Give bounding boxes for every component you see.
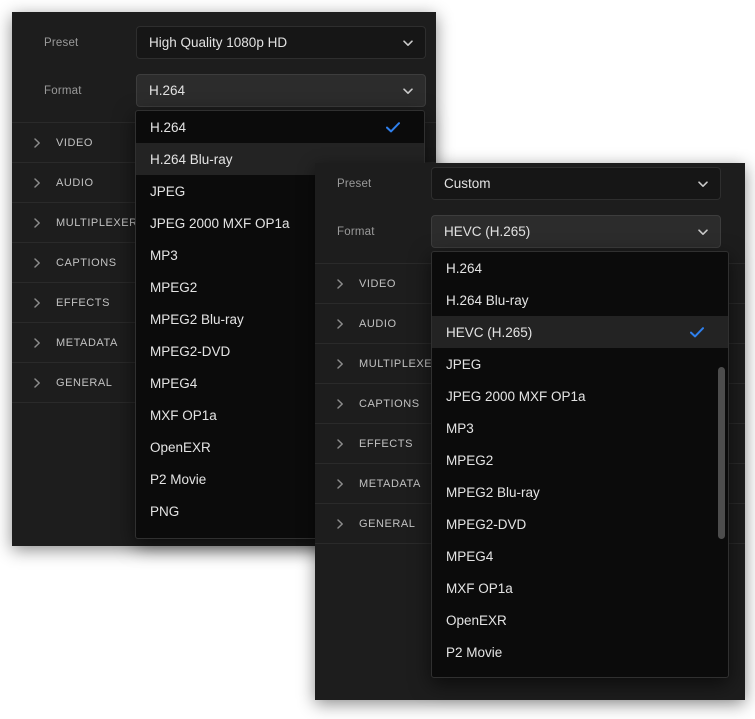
dropdown-option[interactable]: MPEG4 [432, 540, 728, 572]
check-icon [386, 121, 400, 133]
dropdown-option-label: JPEG [150, 183, 186, 199]
section-label: MULTIPLEXER [359, 357, 441, 370]
chevron-right-icon [333, 517, 347, 531]
export-settings-panel-secondary: Preset Custom Format HEVC (H.265) VIDEO A… [315, 163, 745, 700]
preset-value: Custom [444, 176, 491, 191]
dropdown-option[interactable]: JPEG 2000 MXF OP1a [432, 380, 728, 412]
dropdown-option-label: PNG [150, 503, 180, 519]
format-dropdown-menu[interactable]: H.264 H.264 Blu-ray HEVC (H.265) JPEG JPEG 2… [431, 251, 729, 678]
dropdown-option-label: JPEG [446, 356, 482, 372]
chevron-right-icon [333, 317, 347, 331]
section-label: CAPTIONS [56, 256, 117, 269]
dropdown-option-label: MPEG2 Blu-ray [446, 484, 540, 500]
chevron-right-icon [30, 176, 44, 190]
chevron-right-icon [333, 437, 347, 451]
dropdown-option-label: MPEG2 Blu-ray [150, 311, 244, 327]
dropdown-option-label: MXF OP1a [150, 407, 217, 423]
dropdown-option-label: P2 Movie [150, 471, 207, 487]
section-label: AUDIO [359, 317, 397, 330]
dropdown-option-label: H.264 [446, 260, 483, 276]
section-label: VIDEO [359, 277, 396, 290]
chevron-right-icon [333, 277, 347, 291]
format-value: H.264 [149, 83, 186, 98]
preset-label: Preset [44, 36, 79, 49]
section-label: GENERAL [359, 517, 416, 530]
check-icon [690, 326, 704, 338]
preset-value: High Quality 1080p HD [149, 35, 288, 50]
chevron-right-icon [30, 376, 44, 390]
dropdown-option-label: MP3 [446, 420, 474, 436]
chevron-right-icon [30, 336, 44, 350]
chevron-down-icon [402, 85, 414, 97]
section-label: VIDEO [56, 136, 93, 149]
format-label: Format [337, 225, 375, 238]
chevron-right-icon [30, 296, 44, 310]
chevron-right-icon [333, 357, 347, 371]
section-label: CAPTIONS [359, 397, 420, 410]
dropdown-option-label: JPEG 2000 MXF OP1a [446, 388, 586, 404]
dropdown-option[interactable]: MP3 [432, 412, 728, 444]
chevron-right-icon [30, 136, 44, 150]
dropdown-option-label: MPEG4 [446, 548, 494, 564]
chevron-right-icon [30, 256, 44, 270]
format-row: Format H.264 [12, 74, 436, 107]
chevron-right-icon [30, 216, 44, 230]
section-label: AUDIO [56, 176, 94, 189]
format-row: Format HEVC (H.265) [315, 215, 745, 248]
dropdown-option-label: MPEG2-DVD [150, 343, 231, 359]
dropdown-option[interactable]: H.264 Blu-ray [432, 284, 728, 316]
dropdown-scrollbar[interactable] [718, 255, 725, 674]
dropdown-option[interactable]: JPEG [432, 348, 728, 380]
dropdown-option[interactable]: HEVC (H.265) [432, 316, 728, 348]
chevron-right-icon [333, 397, 347, 411]
dropdown-option[interactable]: P2 Movie [432, 636, 728, 668]
format-label: Format [44, 84, 82, 97]
dropdown-option-label: MP3 [150, 247, 178, 263]
panel-two-body: Preset Custom Format HEVC (H.265) VIDEO A… [315, 163, 745, 700]
dropdown-option[interactable]: H.264 [432, 252, 728, 284]
section-label: METADATA [56, 336, 118, 349]
chevron-down-icon [402, 37, 414, 49]
dropdown-option-label: H.264 [150, 119, 187, 135]
dropdown-option-label: MPEG2-DVD [446, 516, 527, 532]
preset-select[interactable]: Custom [431, 167, 721, 200]
format-select[interactable]: H.264 [136, 74, 426, 107]
dropdown-option-label: P2 Movie [446, 644, 503, 660]
dropdown-option-label: MPEG2 [446, 452, 494, 468]
section-label: METADATA [359, 477, 421, 490]
section-label: MULTIPLEXER [56, 216, 138, 229]
dropdown-option[interactable]: H.264 [136, 111, 424, 143]
dropdown-option-label: H.264 Blu-ray [446, 292, 529, 308]
section-label: GENERAL [56, 376, 113, 389]
dropdown-option[interactable]: MPEG2-DVD [432, 508, 728, 540]
dropdown-option[interactable]: MPEG2 Blu-ray [432, 476, 728, 508]
dropdown-scrollbar-thumb[interactable] [718, 367, 725, 539]
chevron-right-icon [333, 477, 347, 491]
format-value: HEVC (H.265) [444, 224, 531, 239]
preset-row: Preset Custom [315, 167, 745, 200]
chevron-down-icon [697, 226, 709, 238]
dropdown-option-label: MXF OP1a [446, 580, 513, 596]
dropdown-option-label: JPEG 2000 MXF OP1a [150, 215, 290, 231]
format-select[interactable]: HEVC (H.265) [431, 215, 721, 248]
dropdown-option-label: MPEG2 [150, 279, 198, 295]
dropdown-option-label: OpenEXR [150, 439, 211, 455]
dropdown-option-label: MPEG4 [150, 375, 198, 391]
section-label: EFFECTS [56, 296, 110, 309]
dropdown-option[interactable]: OpenEXR [432, 604, 728, 636]
dropdown-option[interactable]: MXF OP1a [432, 572, 728, 604]
preset-label: Preset [337, 177, 372, 190]
dropdown-option-label: H.264 Blu-ray [150, 151, 233, 167]
preset-row: Preset High Quality 1080p HD [12, 26, 436, 59]
chevron-down-icon [697, 178, 709, 190]
dropdown-option[interactable]: MPEG2 [432, 444, 728, 476]
dropdown-option-label: HEVC (H.265) [446, 324, 533, 340]
dropdown-option-label: OpenEXR [446, 612, 507, 628]
preset-select[interactable]: High Quality 1080p HD [136, 26, 426, 59]
section-label: EFFECTS [359, 437, 413, 450]
